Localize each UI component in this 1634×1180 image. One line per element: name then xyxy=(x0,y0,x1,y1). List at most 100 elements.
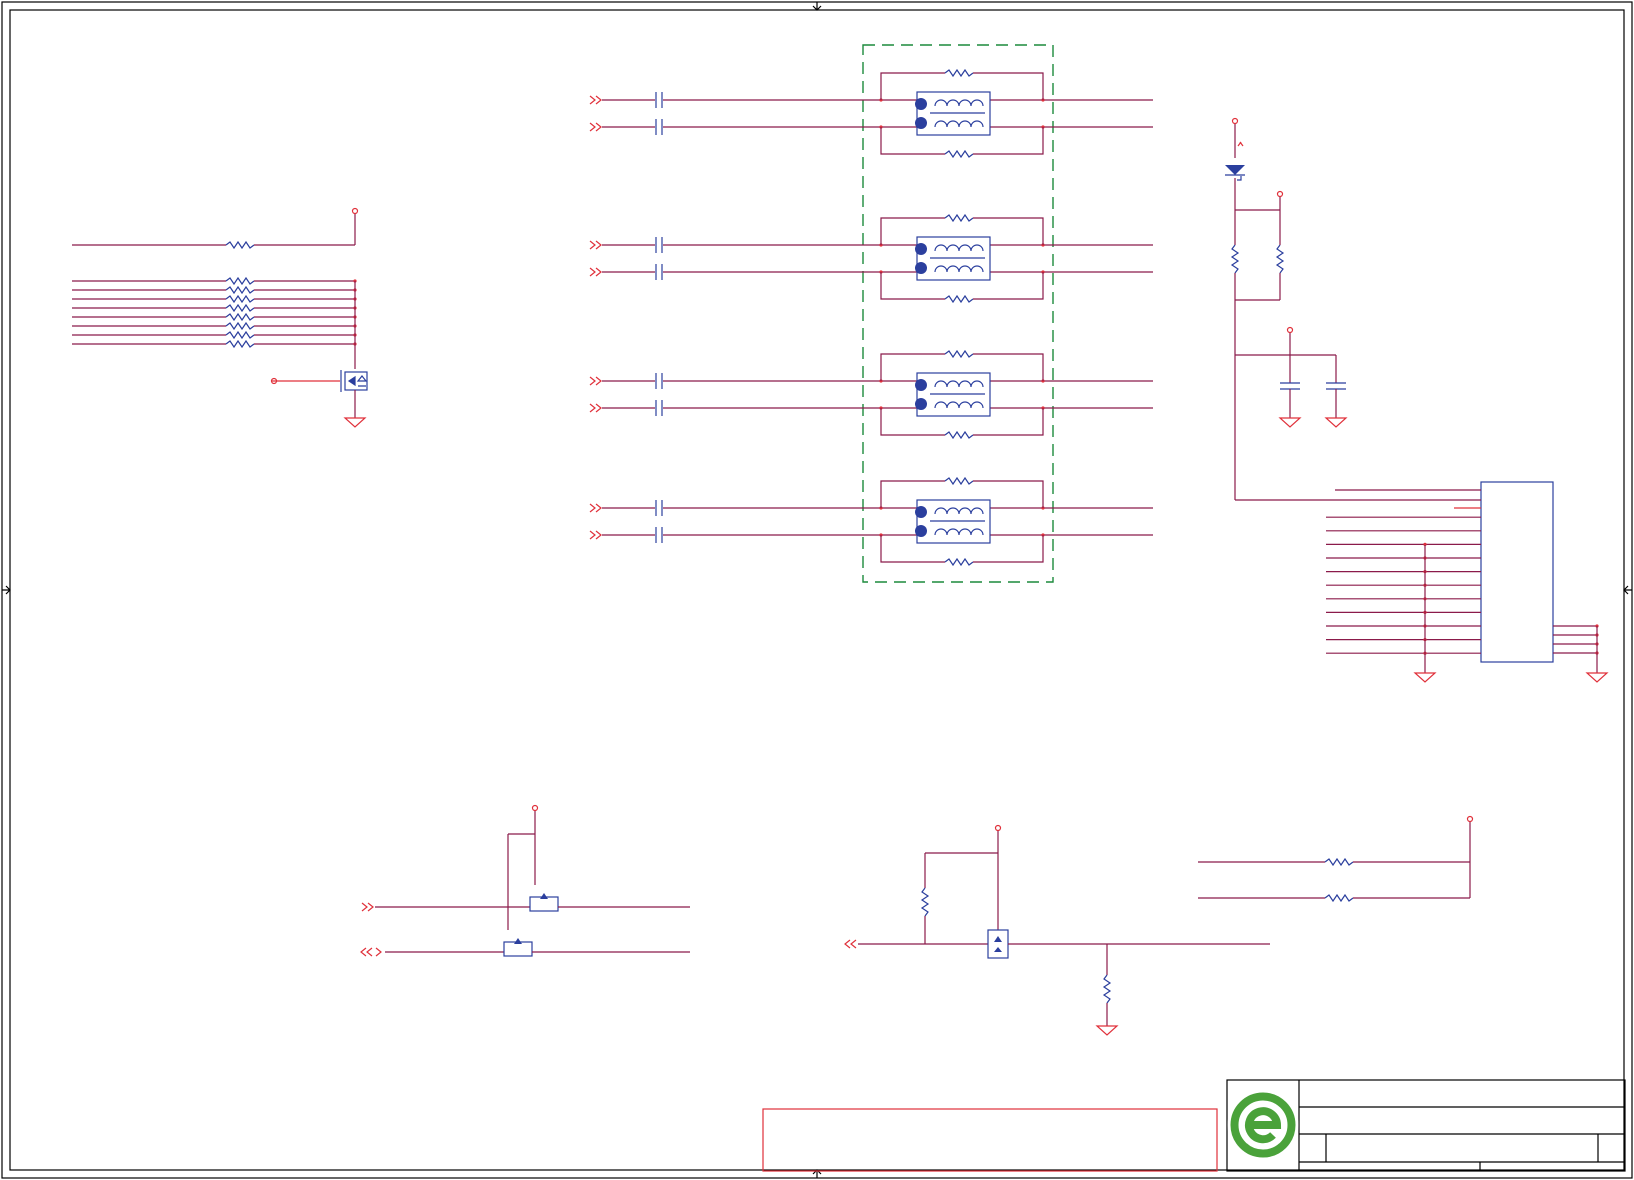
title-block xyxy=(1226,1079,1626,1172)
resistor xyxy=(944,349,974,359)
capacitor xyxy=(655,400,663,416)
resistor xyxy=(1102,974,1112,1004)
polarity-dot xyxy=(915,243,927,255)
resistor xyxy=(225,330,255,340)
polarity-dot xyxy=(915,379,927,391)
capacitor xyxy=(655,119,663,135)
net-wire xyxy=(880,72,945,100)
resistor xyxy=(944,213,974,223)
net-wire xyxy=(880,480,945,508)
green-e-logo-icon xyxy=(1227,1089,1299,1161)
resistor xyxy=(920,887,930,917)
net-wire xyxy=(973,535,1044,563)
resistor xyxy=(1275,244,1285,274)
magnetics-channel xyxy=(589,476,1153,567)
schematic-canvas xyxy=(0,0,1634,1180)
resistor xyxy=(225,285,255,295)
mosfet xyxy=(987,929,1009,959)
capacitor xyxy=(655,527,663,543)
net-wire xyxy=(880,353,945,381)
sheet-frame xyxy=(1,1,1633,1179)
capacitor xyxy=(655,237,663,253)
net-wire xyxy=(973,480,1044,508)
ground xyxy=(343,417,367,428)
magnetics-channel xyxy=(589,213,1153,304)
connector-header xyxy=(1235,481,1609,683)
offpage-connector xyxy=(589,503,602,513)
winding xyxy=(934,244,984,252)
net-wire xyxy=(973,353,1044,381)
connector xyxy=(1480,481,1554,663)
schematic-drawing xyxy=(1,1,1633,1179)
resistor xyxy=(225,312,255,322)
note-box xyxy=(762,1108,1218,1172)
resistor xyxy=(225,339,255,349)
resistor xyxy=(225,240,255,250)
net-wire xyxy=(973,217,1044,245)
resistor xyxy=(944,476,974,486)
resistor xyxy=(1230,244,1240,274)
polarity-dot xyxy=(915,117,927,129)
capacitor xyxy=(655,373,663,389)
offpage-connector xyxy=(589,95,602,105)
capacitor xyxy=(655,92,663,108)
net-wire xyxy=(973,408,1044,436)
ground xyxy=(1324,417,1348,428)
magnetics-channel xyxy=(589,68,1153,159)
winding xyxy=(934,528,984,536)
winding xyxy=(934,401,984,409)
resistor xyxy=(225,321,255,331)
resistor-pullup-array xyxy=(72,207,368,428)
capacitor xyxy=(1326,382,1346,390)
ground xyxy=(1278,417,1302,428)
capacitor xyxy=(655,500,663,516)
resistor xyxy=(225,303,255,313)
resistor xyxy=(944,68,974,78)
polarity-dot xyxy=(915,262,927,274)
ground xyxy=(1095,1025,1119,1036)
winding xyxy=(934,380,984,388)
offpage-connector xyxy=(589,122,602,132)
resistor xyxy=(225,276,255,286)
resistor xyxy=(225,294,255,304)
resistor xyxy=(1324,893,1354,903)
power-port xyxy=(351,207,359,215)
ground xyxy=(1585,672,1609,683)
offpage-connector xyxy=(589,530,602,540)
winding xyxy=(934,120,984,128)
mosfet xyxy=(529,893,559,912)
ethernet-magnetics xyxy=(589,44,1153,583)
net-wire xyxy=(973,127,1044,155)
resistor xyxy=(944,149,974,159)
polarity-dot xyxy=(915,398,927,410)
pullup-pair xyxy=(1198,815,1474,903)
switch-circuit xyxy=(844,824,1270,1036)
net-wire xyxy=(973,72,1044,100)
mosfet xyxy=(503,938,533,957)
net-wire xyxy=(880,127,945,155)
level-shifter xyxy=(360,804,690,957)
resistor xyxy=(1324,857,1354,867)
winding xyxy=(934,265,984,273)
mosfet xyxy=(340,370,368,392)
resistor xyxy=(944,294,974,304)
offpage-connector xyxy=(589,376,602,386)
offpage-connector xyxy=(589,267,602,277)
winding xyxy=(934,99,984,107)
capacitor xyxy=(655,264,663,280)
net-wire xyxy=(880,217,945,245)
resistor xyxy=(944,557,974,567)
net-wire xyxy=(973,272,1044,300)
led-supply xyxy=(1225,117,1348,500)
offpage-connector xyxy=(589,240,602,250)
ground xyxy=(1413,672,1437,683)
resistor xyxy=(944,430,974,440)
polarity-dot xyxy=(915,525,927,537)
magnetics-channel xyxy=(589,349,1153,440)
net-wire xyxy=(880,535,945,563)
winding xyxy=(934,507,984,515)
net-wire xyxy=(880,272,945,300)
net-wire xyxy=(880,408,945,436)
polarity-dot xyxy=(915,506,927,518)
polarity-dot xyxy=(915,98,927,110)
